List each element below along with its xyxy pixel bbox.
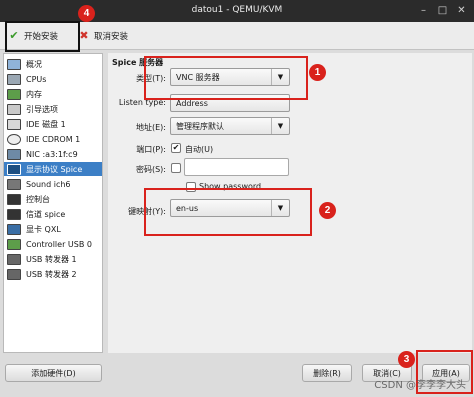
sidebar-item-ide-disk[interactable]: IDE 磁盘 1	[4, 117, 102, 131]
install-callout-box	[5, 21, 80, 52]
video-icon	[7, 223, 21, 235]
sidebar-item-ide-cdrom[interactable]: IDE CDROM 1	[4, 132, 102, 146]
remove-button[interactable]: 删除(R)	[302, 364, 352, 382]
sound-icon	[7, 178, 21, 190]
usb-redir-icon	[7, 268, 21, 280]
sidebar-item-usb-redir-1[interactable]: USB 转发器 1	[4, 252, 102, 266]
keymap-callout-box	[144, 188, 312, 236]
address-combo[interactable]: 管理程序默认 ▼	[170, 117, 290, 135]
sidebar-item-channel[interactable]: 信道 spice	[4, 207, 102, 221]
window-title: datou1 - QEMU/KVM	[191, 5, 283, 15]
password-field[interactable]	[184, 158, 289, 176]
channel-icon	[7, 208, 21, 220]
minimize-icon[interactable]: –	[417, 4, 430, 17]
sidebar-item-usb-redir-2[interactable]: USB 转发器 2	[4, 267, 102, 281]
boot-icon	[7, 103, 21, 115]
cpu-icon	[7, 73, 21, 85]
marker-2: 2	[319, 202, 336, 219]
port-auto-checkbox[interactable]: ✔	[171, 143, 181, 153]
console-icon	[7, 193, 21, 205]
marker-1: 1	[309, 64, 326, 81]
add-hardware-button[interactable]: 添加硬件(D)	[5, 364, 102, 382]
nic-icon	[7, 148, 21, 160]
overview-icon	[7, 58, 21, 70]
port-auto-label: 自动(U)	[185, 145, 214, 154]
window-titlebar: datou1 - QEMU/KVM – □ ✕	[0, 0, 474, 22]
sidebar-item-memory[interactable]: 内存	[4, 87, 102, 101]
sidebar-item-nic[interactable]: NIC :a3:1f:c9	[4, 147, 102, 161]
marker-3: 3	[398, 351, 415, 368]
close-icon[interactable]: ✕	[455, 4, 468, 17]
usb-controller-icon	[7, 238, 21, 250]
address-value: 管理程序默认	[176, 121, 224, 131]
cdrom-icon	[7, 133, 21, 145]
cancel-install-label: 取消安装	[94, 32, 129, 42]
type-callout-box	[144, 56, 308, 100]
port-label: 端口(P):	[136, 145, 166, 154]
sidebar-item-overview[interactable]: 概况	[4, 57, 102, 71]
display-icon	[7, 163, 21, 175]
usb-redir-icon	[7, 253, 21, 265]
maximize-icon[interactable]: □	[436, 4, 449, 17]
watermark: CSDN @李李李大头	[374, 380, 466, 391]
memory-icon	[7, 88, 21, 100]
sidebar-item-sound[interactable]: Sound ich6	[4, 177, 102, 191]
password-checkbox[interactable]	[171, 163, 181, 173]
sidebar-item-boot[interactable]: 引导选项	[4, 102, 102, 116]
address-label: 地址(E):	[136, 123, 166, 132]
hardware-list: 概况 CPUs 内存 引导选项 IDE 磁盘 1 IDE CDROM 1 NIC…	[3, 53, 103, 353]
password-label: 密码(S):	[135, 165, 166, 174]
sidebar-item-display-spice[interactable]: 显示协议 Spice	[4, 162, 102, 176]
sidebar-item-video[interactable]: 显卡 QXL	[4, 222, 102, 236]
disk-icon	[7, 118, 21, 130]
sidebar-item-console[interactable]: 控制台	[4, 192, 102, 206]
marker-4: 4	[78, 5, 95, 22]
cancel-install-button[interactable]: ✖ 取消安装	[78, 28, 128, 44]
sidebar-item-usb-controller[interactable]: Controller USB 0	[4, 237, 102, 251]
chevron-down-icon: ▼	[271, 118, 289, 134]
sidebar-item-cpus[interactable]: CPUs	[4, 72, 102, 86]
